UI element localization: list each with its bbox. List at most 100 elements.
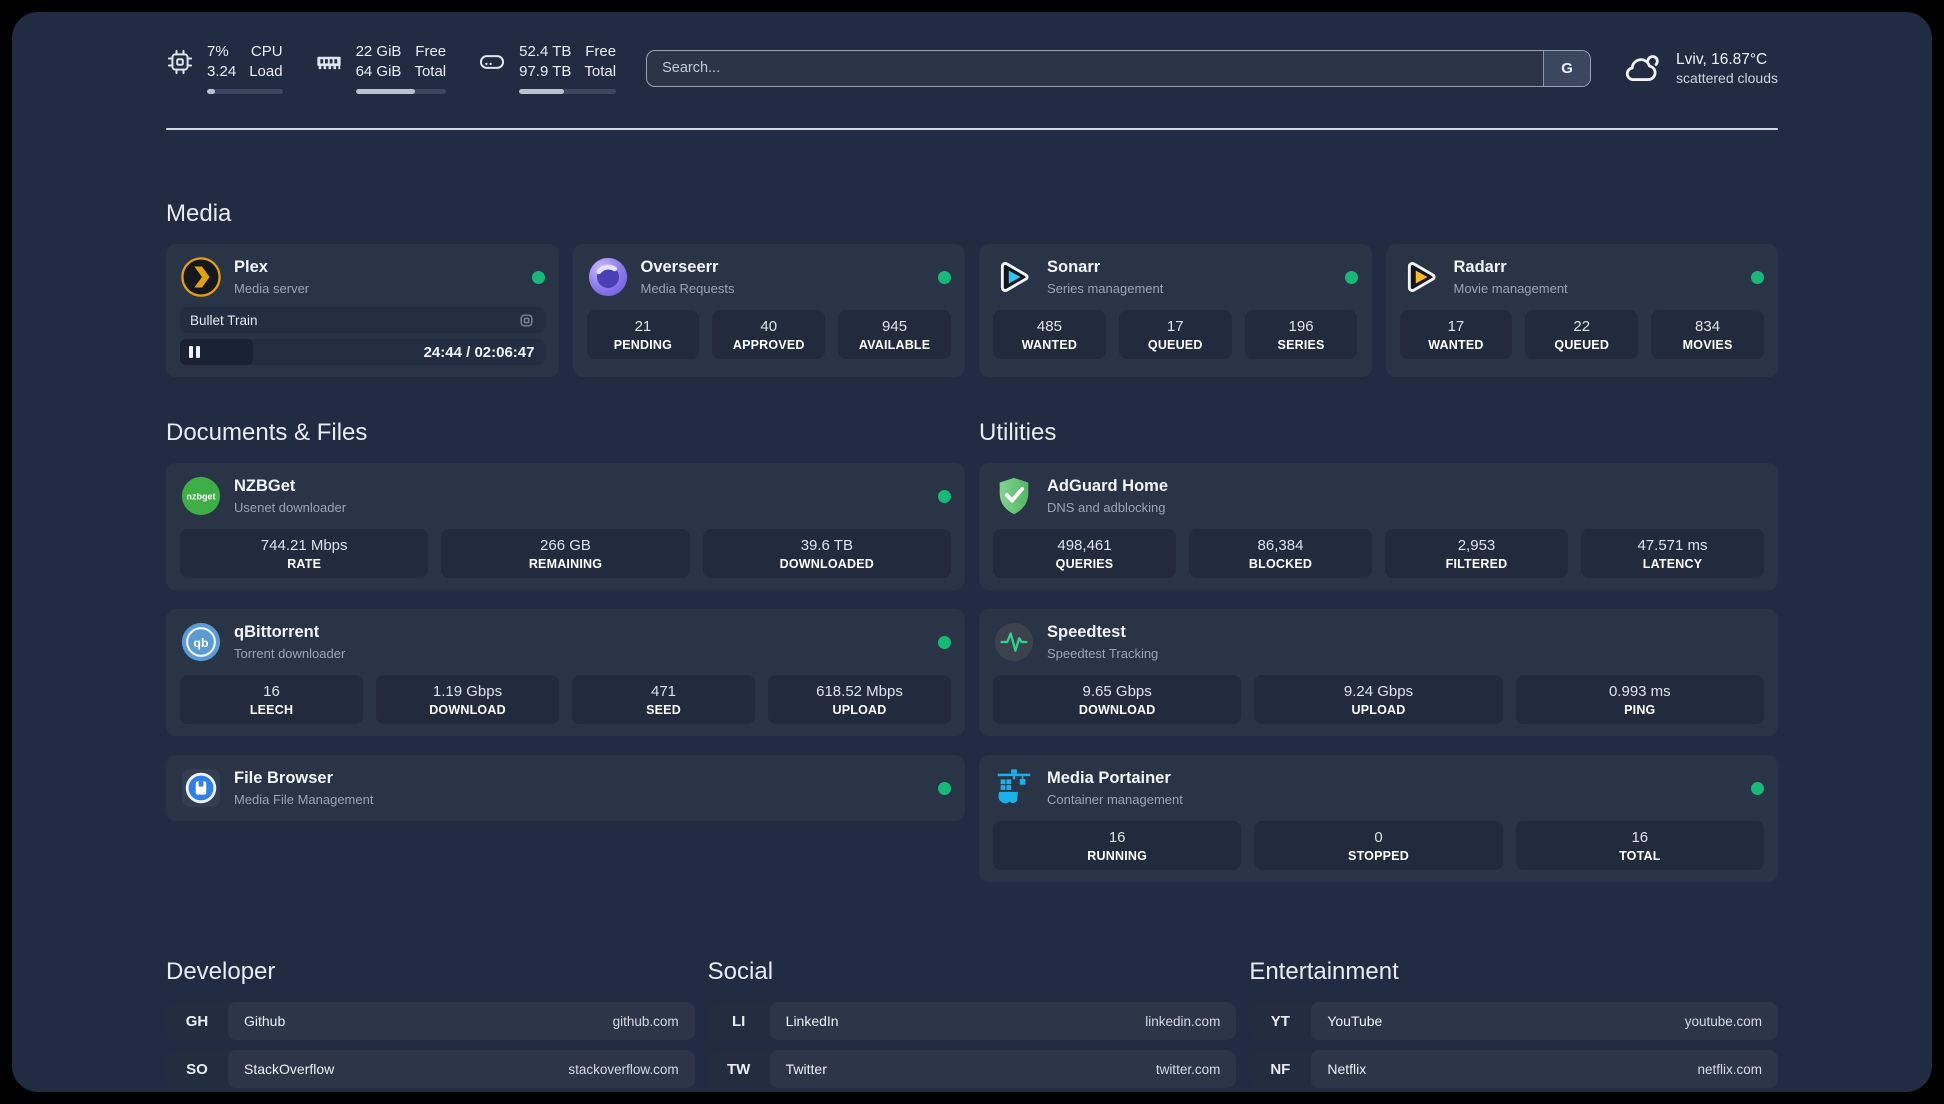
overseerr-title: Overseerr [640,258,719,277]
memory-free: 22 GiB [355,43,402,60]
stat-value: 17 [1447,318,1465,335]
app-card-speedtest[interactable]: Speedtest Speedtest Tracking 9.65 Gbps DO… [979,609,1778,736]
plex-session-title-row: Bullet Train [180,307,545,333]
stat-pending: 21 PENDING [586,310,700,359]
developer-bookmarks: GH Github github.com SO StackOverflow stac… [166,1002,695,1092]
stat-approved: 40 APPROVED [712,310,826,359]
overseerr-stats: 21 PENDING 40 APPROVED 945 AVAILABLE [586,310,952,359]
app-card-portainer[interactable]: Media Portainer Container management 16 R… [979,755,1778,882]
pause-icon[interactable] [189,346,200,358]
plex-status-dot [531,270,545,284]
app-card-nzbget[interactable]: nzbget NZBGet Usenet downloader 744.21 M… [166,463,965,590]
disk-label-top: Free [585,43,617,60]
cpu-load: 3.24 [207,62,237,80]
stat-latency: 47.571 ms LATENCY [1581,529,1764,578]
bookmark-stackoverflow[interactable]: SO StackOverflow stackoverflow.com [166,1050,695,1088]
search-input[interactable] [647,50,1544,86]
weather-widget: Lviv, 16.87°C scattered clouds [1621,47,1778,89]
bookmark-twitter[interactable]: TW Twitter twitter.com [707,1050,1237,1088]
stat-value: 618.52 Mbps [816,683,903,700]
stat-remaining: 266 GB REMAINING [441,529,690,578]
bookmark-url: github.com [612,1013,679,1029]
nzbget-stats: 744.21 Mbps RATE 266 GB REMAINING 39.6 TB D… [180,529,951,578]
stat-value: 485 [1036,318,1062,335]
stat-queries: 498,461 QUERIES [993,529,1176,578]
weather-text: Lviv, 16.87°C scattered clouds [1676,50,1778,86]
qbittorrent-stats: 16 LEECH 1.19 Gbps DOWNLOAD 471 SEED 618.52… [180,675,951,724]
speedtest-icon [994,622,1034,662]
cpu-label-bottom: Load [249,62,283,80]
sonarr-header: Sonarr Series management [993,256,1358,298]
memory-progress-track [355,89,447,94]
speedtest-stats: 9.65 Gbps DOWNLOAD 9.24 Gbps UPLOAD 0.993 … [993,675,1764,724]
app-card-adguard[interactable]: AdGuard Home DNS and adblocking 498,461 Q… [979,463,1778,590]
adguard-stats: 498,461 QUERIES 86,384 BLOCKED 2,953 FILTER… [993,529,1764,578]
stat-value: 22 [1573,318,1591,335]
weather-location-temp: Lviv, 16.87°C [1676,50,1768,68]
stat-value: 1.19 Gbps [432,683,503,700]
bookmark-name: Github [244,1013,286,1029]
filebrowser-header: File Browser Media File Management [180,767,951,809]
cpu-icon [167,49,193,74]
bookmark-github[interactable]: GH Github github.com [166,1002,695,1040]
app-card-sonarr[interactable]: Sonarr Series management 485 WANTED 17 QUE… [979,244,1372,377]
portainer-status-dot [1751,781,1764,795]
stat-filtered: 2,953 FILTERED [1385,529,1568,578]
stat-value: 0.993 ms [1608,683,1671,700]
bookmark-youtube[interactable]: YT YouTube youtube.com [1249,1002,1778,1040]
plex-session-time: 24:44 / 02:06:47 [423,343,535,361]
documents-column: Documents & Files nzbget NZBGet Usenet d… [166,419,965,821]
memory-label-top: Free [415,43,447,60]
radarr-icon [1407,262,1435,292]
qbittorrent-title: qBittorrent [234,623,320,642]
adguard-icon [999,477,1029,515]
app-card-plex[interactable]: Plex Media server Bullet Train 24:44 / 0… [166,244,559,377]
stat-value: 21 [634,318,652,335]
bookmark-linkedin[interactable]: LI LinkedIn linkedin.com [707,1002,1237,1040]
radarr-stats: 17 WANTED 22 QUEUED 834 MOVIES [1399,310,1765,359]
app-card-qbittorrent[interactable]: qb qBittorrent Torrent downloader 16 LEEC… [166,609,965,736]
stat-rate: 744.21 Mbps RATE [180,529,429,578]
stat-value: 9.24 Gbps [1343,683,1414,700]
session-device-icon [519,313,533,327]
bookmark-body: YouTube youtube.com [1311,1002,1778,1040]
section-title-social: Social [707,958,774,985]
stat-value: 266 GB [540,537,591,554]
svg-text:nzbget: nzbget [186,491,215,501]
stat-label: QUEUED [1147,338,1203,352]
disk-labels: Free Total [584,42,616,81]
bookmark-netflix[interactable]: NF Netflix netflix.com [1249,1050,1778,1088]
bookmark-name: Twitter [785,1061,827,1077]
stat-upload: 618.52 Mbps UPLOAD [768,675,951,724]
portainer-stats: 16 RUNNING 0 STOPPED 16 TOTAL [993,821,1764,870]
search-bar: G [646,49,1592,87]
qbittorrent-status-dot [938,635,951,649]
bookmark-url: twitter.com [1155,1061,1221,1077]
stat-value: 9.65 Gbps [1082,683,1152,700]
plex-title: Plex [234,258,268,277]
stat-seed: 471 SEED [572,675,755,724]
plex-session-progress-row: 24:44 / 02:06:47 [180,339,545,365]
stat-stopped: 0 STOPPED [1254,821,1503,870]
stat-value: 945 [882,318,908,335]
bookmark-abbr: NF [1270,1060,1291,1078]
app-card-radarr[interactable]: Radarr Movie management 17 WANTED 22 QUEUE… [1385,244,1778,377]
bookmark-abbr: LI [731,1012,746,1030]
nzbget-status-dot [938,489,951,503]
stat-label: QUEUED [1554,338,1610,352]
filebrowser-status-dot [938,781,951,795]
app-card-overseerr[interactable]: Overseerr Media Requests 21 PENDING 40 APP… [572,244,965,377]
memory-label-bottom: Total [414,62,447,80]
plex-icon [181,257,221,297]
stat-label: SERIES [1277,338,1325,352]
stat-label: MOVIES [1682,338,1733,352]
entertainment-bookmarks: YT YouTube youtube.com NF Netflix netflix.… [1249,1002,1778,1092]
speedtest-title: Speedtest [1047,623,1126,642]
portainer-icon [997,769,1031,804]
stat-ping: 0.993 ms PING [1515,675,1764,724]
search-engine-button[interactable]: G [1543,50,1591,86]
app-card-filebrowser[interactable]: File Browser Media File Management [166,755,965,821]
stat-total: 16 TOTAL [1515,821,1764,870]
stat-downloaded: 39.6 TB DOWNLOADED [702,529,951,578]
stat-label: SEED [646,703,681,717]
